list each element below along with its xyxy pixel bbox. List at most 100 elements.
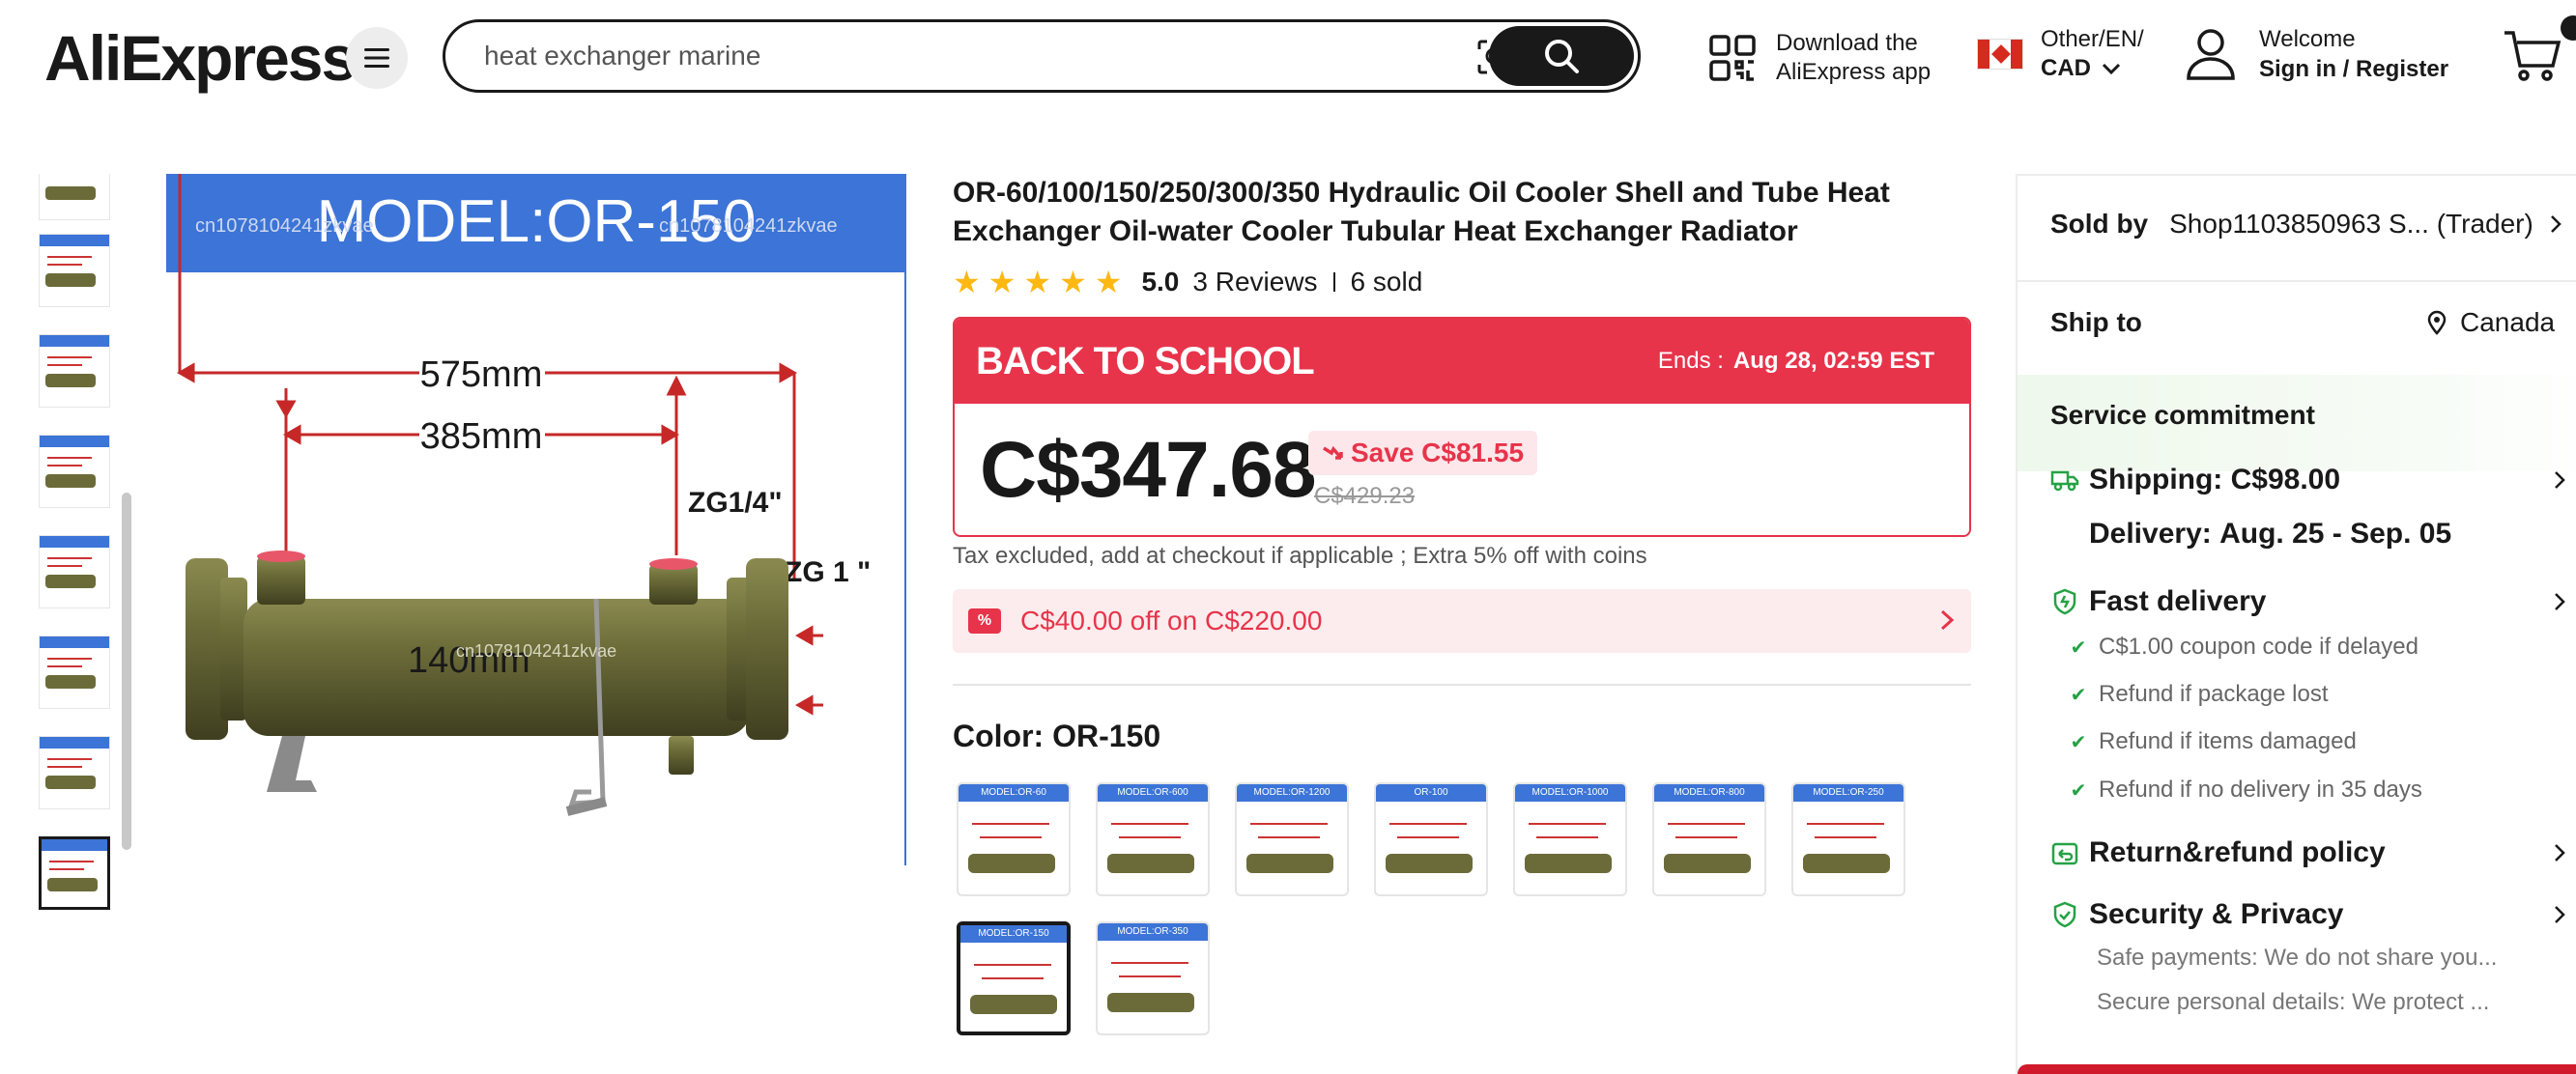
return-policy-title: Return&refund policy [2089, 836, 2386, 868]
shipping-row[interactable]: Shipping: C$98.00 [2050, 464, 2576, 496]
ship-to-label: Ship to [2050, 307, 2142, 337]
delivery-label: Delivery: [2089, 518, 2212, 550]
section-divider [953, 684, 1971, 686]
sold-by-label: Sold by [2050, 209, 2149, 239]
fast-delivery-title: Fast delivery [2089, 585, 2267, 617]
search-input[interactable] [484, 34, 1412, 78]
shield-icon [2050, 587, 2079, 616]
main-product-image[interactable]: MODEL:OR-150 cn1078104241zkvae cn1078104… [166, 174, 906, 865]
check-icon: ✔ [2070, 731, 2087, 753]
promo-banner: BACK TO SCHOOL Ends : Aug 28, 02:59 EST [955, 319, 1969, 404]
color-swatch-selected[interactable]: MODEL:OR-150 [957, 921, 1071, 1035]
security-item: Secure personal details: We protect ... [2097, 989, 2490, 1015]
star-icon: ★ [1094, 265, 1123, 299]
benefit-text: Refund if items damaged [2099, 728, 2357, 754]
original-price: C$429.23 [1314, 483, 1416, 509]
thumbnail[interactable] [39, 234, 110, 307]
buy-now-button[interactable] [2018, 1064, 2576, 1074]
ship-to-country: Canada [2460, 307, 2556, 337]
color-swatch[interactable]: MODEL:OR-600 [1096, 782, 1210, 896]
promo-ends: Ends : Aug 28, 02:59 EST [1658, 348, 1934, 375]
swatch-label: MODEL:OR-1000 [1515, 784, 1625, 802]
save-badge: Save C$81.55 [1308, 431, 1538, 475]
store-name[interactable]: Shop1103850963 S... (Trader) [2169, 209, 2533, 240]
thumbnail[interactable] [39, 736, 110, 809]
thumbnail-scrollbar[interactable] [120, 174, 133, 918]
tax-note: Tax excluded, add at checkout if applica… [953, 543, 1647, 569]
ship-to-value-wrap: Canada [2427, 307, 2555, 338]
dim-zg1: ZG 1 " [785, 556, 871, 588]
sold-by-row[interactable]: Sold by Shop1103850963 S... (Trader) [2050, 209, 2576, 240]
sign-in-register-link[interactable]: Sign in / Register [2259, 56, 2448, 82]
benefit-text: Refund if no delivery in 35 days [2099, 777, 2422, 803]
return-icon [2050, 838, 2079, 867]
swatch-label: MODEL:OR-150 [960, 925, 1067, 943]
shield-check-icon [2050, 900, 2079, 929]
locale-selector[interactable]: Other/EN/ CAD [1977, 21, 2144, 87]
color-swatch[interactable]: MODEL:OR-350 [1096, 921, 1210, 1035]
truck-icon [2050, 466, 2079, 495]
site-header: AliExpress heat exchanger marine Downloa… [0, 0, 2576, 116]
chevron-right-icon [2555, 593, 2565, 610]
thumbnail-selected[interactable] [39, 836, 110, 910]
thumbnail[interactable] [39, 636, 110, 709]
image-watermark: cn1078104241zkvae [195, 215, 374, 237]
security-privacy-row[interactable]: Security & Privacy [2050, 898, 2576, 931]
promo-title: BACK TO SCHOOL [976, 339, 1315, 382]
reviews-link[interactable]: 3 Reviews [1192, 267, 1317, 297]
fast-delivery-row[interactable]: Fast delivery [2050, 585, 2576, 618]
color-swatch[interactable]: MODEL:OR-60 [957, 782, 1071, 896]
welcome-label: Welcome [2259, 26, 2356, 52]
fast-delivery-benefit: ✔ Refund if package lost [2066, 681, 2576, 708]
cart-icon[interactable] [2503, 25, 2562, 85]
coupon-banner[interactable]: % C$40.00 off on C$220.00 [953, 589, 1971, 653]
image-watermark: cn1078104241zkvae [659, 215, 838, 237]
hamburger-icon [364, 48, 389, 68]
chevron-right-icon [2555, 844, 2565, 862]
delivery-estimate: Delivery: Aug. 25 - Sep. 05 [2089, 518, 2576, 551]
benefit-text: C$1.00 coupon code if delayed [2099, 634, 2419, 660]
color-swatch[interactable]: MODEL:OR-1000 [1513, 782, 1627, 896]
sold-count: 6 sold [1350, 267, 1423, 297]
save-amount: Save C$81.55 [1351, 438, 1525, 467]
color-swatch[interactable]: MODEL:OR-800 [1652, 782, 1766, 896]
swatch-label: MODEL:OR-1200 [1237, 784, 1347, 802]
thumbnail-list [35, 174, 116, 918]
color-swatch[interactable]: MODEL:OR-1200 [1235, 782, 1349, 896]
promo-price-box: BACK TO SCHOOL Ends : Aug 28, 02:59 EST C… [953, 317, 1971, 537]
thumbnail[interactable] [39, 435, 110, 508]
service-commitment-title: Service commitment [2050, 400, 2315, 430]
swatch-label: OR-100 [1376, 784, 1486, 802]
coupon-text: C$40.00 off on C$220.00 [1020, 606, 1323, 636]
fast-delivery-benefit: ✔ Refund if items damaged [2066, 728, 2576, 755]
product-diagram: MODEL:OR-150 cn1078104241zkvae cn1078104… [166, 174, 906, 865]
account-link[interactable]: Welcome Sign in / Register [2186, 21, 2448, 87]
color-swatch[interactable]: OR-100 [1374, 782, 1488, 896]
aliexpress-logo[interactable]: AliExpress [44, 19, 357, 97]
price-drop-icon [1322, 438, 1343, 468]
search-bar [443, 19, 1641, 93]
thumbnail[interactable] [39, 535, 110, 608]
search-button[interactable] [1489, 26, 1634, 86]
swatch-label: MODEL:OR-600 [1098, 784, 1208, 802]
color-swatch[interactable]: MODEL:OR-250 [1791, 782, 1905, 896]
swatch-label: MODEL:OR-250 [1793, 784, 1903, 802]
location-pin-icon [2427, 310, 2447, 335]
dim-zg14: ZG1/4" [688, 487, 783, 519]
search-icon [1545, 40, 1579, 73]
download-app-text: Download the AliExpress app [1776, 29, 1931, 87]
locale-text: Other/EN/ CAD [2041, 25, 2144, 83]
security-title: Security & Privacy [2089, 898, 2344, 930]
delivery-dates: Aug. 25 - Sep. 05 [2219, 518, 2452, 550]
menu-button[interactable] [346, 27, 408, 89]
check-icon: ✔ [2070, 684, 2087, 706]
thumbnail[interactable] [39, 334, 110, 408]
coupon-icon: % [968, 608, 1001, 634]
cart-count-badge [2561, 15, 2576, 41]
canada-flag-icon [1977, 39, 2023, 70]
return-policy-row[interactable]: Return&refund policy [2050, 836, 2576, 869]
promo-ends-time: Aug 28, 02:59 EST [1732, 348, 1934, 374]
thumbnail[interactable] [39, 174, 110, 220]
download-app-link[interactable]: Download the AliExpress app [1708, 25, 1931, 91]
ship-to-row[interactable]: Ship to Canada [2050, 307, 2576, 338]
